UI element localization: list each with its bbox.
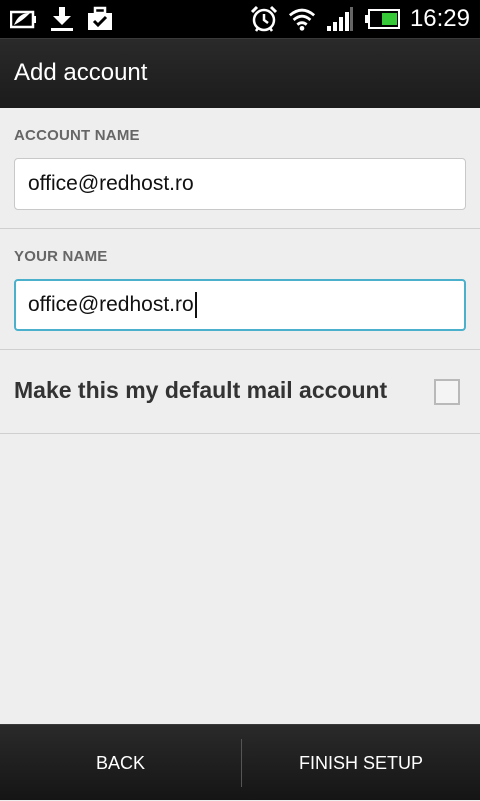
your-name-label: YOUR NAME <box>14 248 108 265</box>
default-mail-checkbox[interactable] <box>434 379 460 405</box>
back-button[interactable]: BACK <box>0 725 241 801</box>
download-icon <box>48 5 76 33</box>
finish-setup-button-label: FINISH SETUP <box>298 752 423 773</box>
wifi-icon <box>288 5 316 33</box>
status-bar: 16:29 <box>0 0 480 38</box>
briefcase-check-icon <box>86 5 114 33</box>
account-name-input[interactable]: office@redhost.ro <box>14 158 466 210</box>
default-mail-label: Make this my default mail account <box>14 377 388 403</box>
finish-setup-button[interactable]: FINISH SETUP <box>242 725 480 801</box>
clock-time: 16:29 <box>409 5 470 32</box>
add-account-form: ACCOUNT NAME office@redhost.ro YOUR NAME… <box>0 108 480 724</box>
action-bar: Add account <box>0 38 480 108</box>
bottom-action-bar: BACK FINISH SETUP <box>0 724 480 800</box>
signal-icon <box>326 5 354 33</box>
battery-icon <box>364 5 400 33</box>
your-name-input[interactable]: office@redhost.ro <box>14 279 466 331</box>
account-name-label: ACCOUNT NAME <box>14 127 140 144</box>
battery-saver-icon <box>10 5 38 33</box>
back-button-label: BACK <box>95 752 146 773</box>
page-title: Add account <box>14 59 148 86</box>
alarm-icon <box>250 5 278 33</box>
divider <box>0 349 480 350</box>
account-name-value: office@redhost.ro <box>28 172 194 195</box>
divider <box>0 433 480 434</box>
your-name-value: office@redhost.ro <box>28 293 194 316</box>
text-cursor <box>194 292 197 319</box>
divider <box>0 228 480 229</box>
